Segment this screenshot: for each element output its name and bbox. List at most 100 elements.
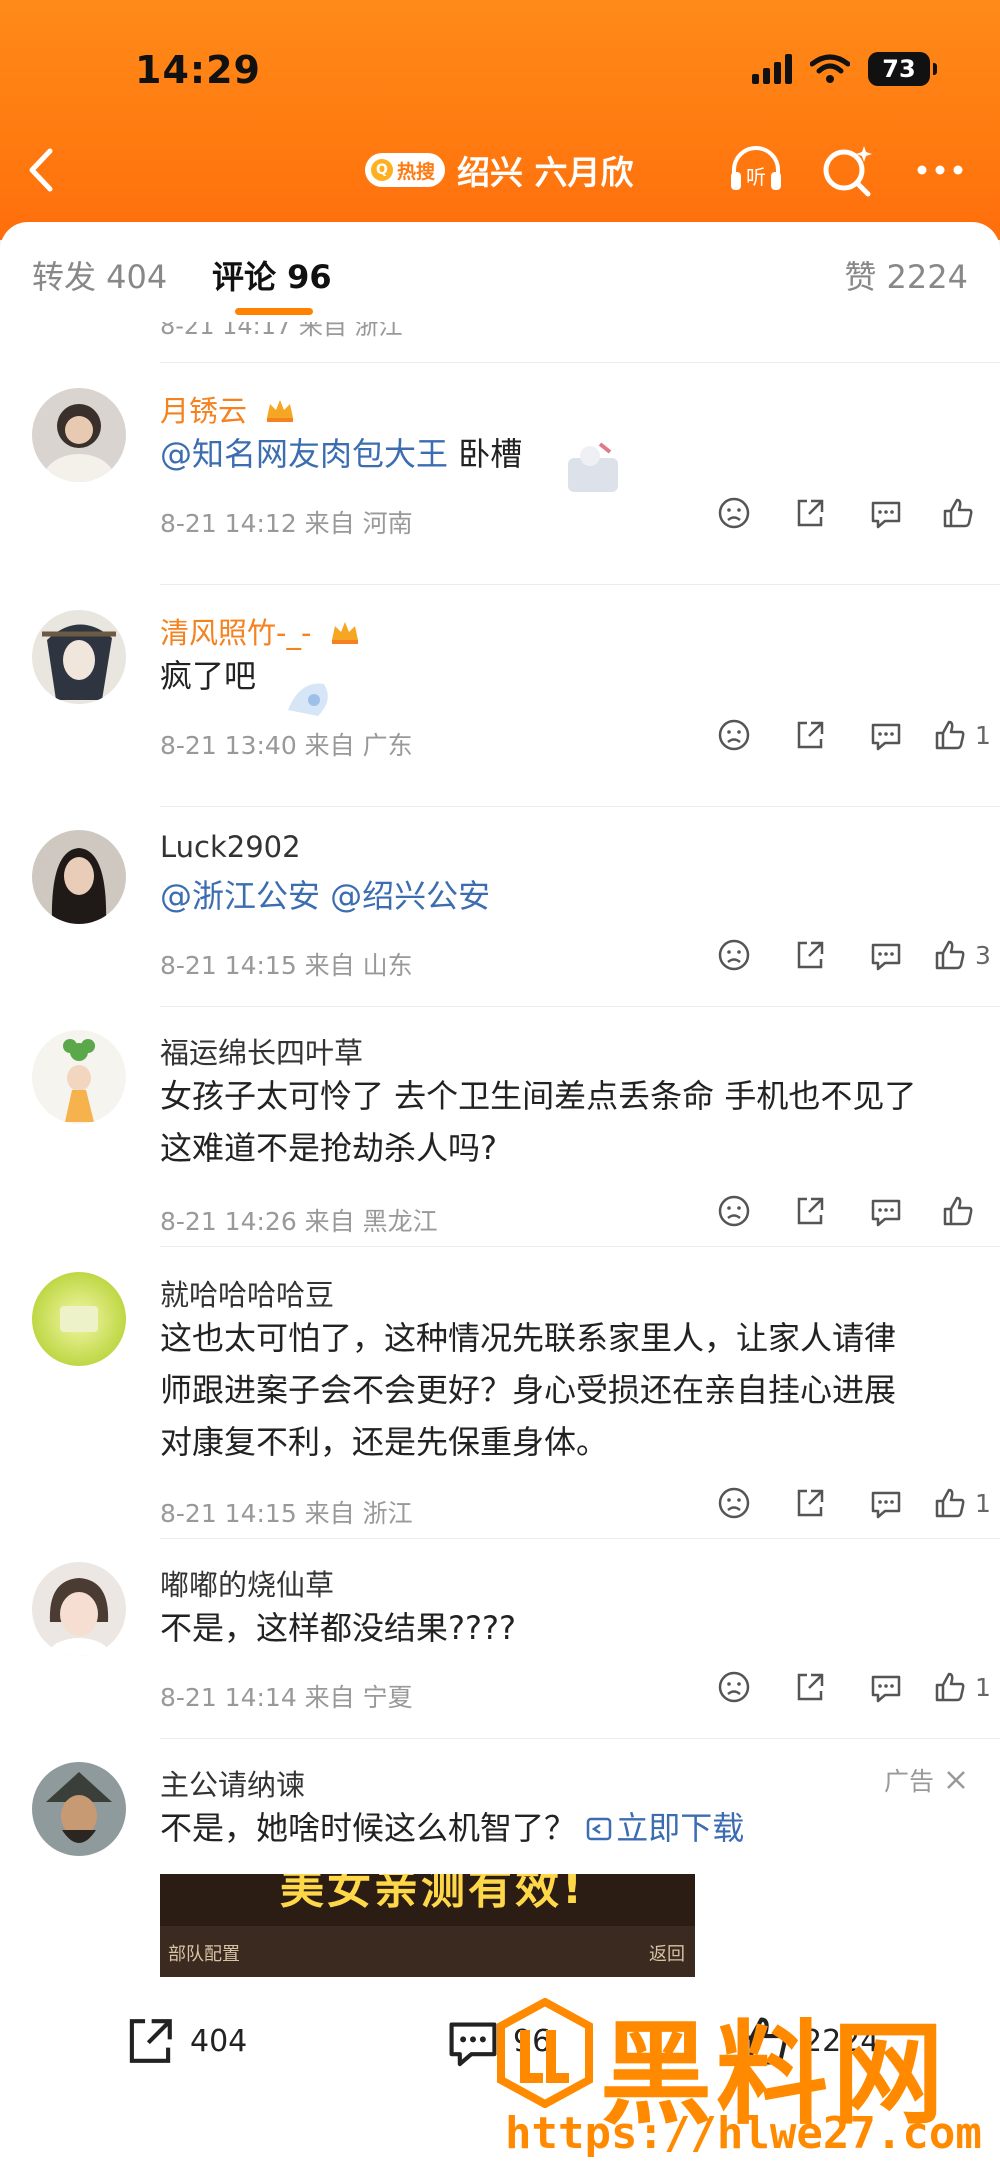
reply-button[interactable]	[848, 1194, 924, 1228]
signal-icon	[752, 54, 792, 84]
share-icon	[797, 1197, 824, 1225]
ai-search-icon[interactable]	[818, 140, 878, 200]
comment-meta: 8-21 14:17 来自 浙江	[160, 322, 403, 340]
dislike-button[interactable]	[696, 718, 772, 752]
comment-icon	[871, 1491, 901, 1519]
comment-actions: 1	[696, 1486, 1000, 1520]
close-icon[interactable]	[944, 1768, 968, 1792]
active-tab-indicator	[235, 308, 313, 315]
topic-title[interactable]: Q 热搜 绍兴 六月欣	[365, 146, 634, 194]
like-count: 1	[975, 720, 991, 750]
like-button[interactable]	[924, 496, 1000, 530]
comment-text-body: 卧槽	[448, 435, 523, 473]
comment-actions: 1	[696, 1670, 1000, 1704]
commenter-name[interactable]: 月锈云	[160, 388, 296, 430]
commenter-name[interactable]: Luck2902	[160, 830, 301, 864]
avatar[interactable]	[32, 388, 126, 482]
commenter-name[interactable]: 就哈哈哈哈豆	[160, 1272, 334, 1314]
dislike-button[interactable]	[696, 496, 772, 530]
dislike-icon	[718, 1671, 750, 1703]
reply-button[interactable]	[848, 1670, 924, 1704]
site-watermark: 黑料网 https://hlwe27.com	[495, 1990, 982, 2160]
comment-icon	[871, 943, 901, 971]
ad-bar-left-text: 部队配置	[168, 1944, 240, 1965]
thumbs-up-icon	[935, 1672, 965, 1702]
status-icons: 73	[752, 52, 937, 86]
ad-image[interactable]: 美女亲测有效! 部队配置 返回	[160, 1874, 695, 1977]
avatar[interactable]	[32, 1762, 126, 1856]
avatar[interactable]	[32, 1272, 126, 1366]
like-button[interactable]: 1	[924, 1670, 1000, 1704]
avatar[interactable]	[32, 1030, 126, 1124]
share-icon	[797, 1673, 824, 1701]
sticker-icon	[568, 442, 618, 492]
share-button[interactable]	[772, 1670, 848, 1704]
mention-link[interactable]: @浙江公安 @绍兴公安	[160, 877, 490, 915]
share-button[interactable]	[772, 718, 848, 752]
comment-line: 对康复不利，还是先保重身体。	[160, 1423, 609, 1461]
reply-button[interactable]	[848, 718, 924, 752]
comment-text: 这也太可怕了，这种情况先联系家里人，让家人请律 师跟进案子会不会更好？身心受损还…	[160, 1312, 960, 1468]
divider	[160, 584, 1000, 585]
share-button[interactable]	[772, 938, 848, 972]
ad-comment-item: 主公请纳谏 广告 不是，她啥时候这么机智了？ 立即下载 美女亲测有效! 部队配置…	[0, 1762, 1000, 1977]
share-icon	[129, 2019, 172, 2063]
thumbs-up-icon	[935, 1488, 965, 1518]
topic-title-text: 绍兴 六月欣	[457, 153, 634, 192]
tab-likes[interactable]: 赞 2224	[844, 252, 968, 298]
reply-button[interactable]	[848, 938, 924, 972]
commenter-name[interactable]: 福运绵长四叶草	[160, 1030, 363, 1072]
comment-actions: 1	[696, 718, 1000, 752]
download-link[interactable]: 立即下载	[586, 1809, 744, 1847]
comment-icon	[449, 2022, 497, 2067]
comment-actions	[696, 496, 1000, 530]
dislike-button[interactable]	[696, 1670, 772, 1704]
like-button[interactable]: 3	[924, 938, 1000, 972]
dislike-button[interactable]	[696, 1486, 772, 1520]
comment-line: 这难道不是抢劫杀人吗?	[160, 1129, 497, 1167]
comment-list[interactable]: 8-21 14:17 来自 浙江 月锈云 @知名网友肉包大王 卧槽 8-21 1…	[0, 322, 1000, 1977]
nav-actions: 听	[726, 140, 970, 200]
like-button[interactable]: 1	[924, 718, 1000, 752]
avatar[interactable]	[32, 610, 126, 704]
dislike-icon	[718, 1195, 750, 1227]
share-icon	[797, 1489, 824, 1517]
reply-button[interactable]	[848, 1486, 924, 1520]
listen-icon[interactable]: 听	[726, 140, 786, 200]
dislike-button[interactable]	[696, 1194, 772, 1228]
divider	[160, 362, 1000, 363]
avatar[interactable]	[32, 1562, 126, 1656]
ad-label[interactable]: 广告	[884, 1762, 968, 1798]
commenter-name[interactable]: 主公请纳谏	[160, 1762, 305, 1804]
comment-actions: 3	[696, 938, 1000, 972]
dislike-button[interactable]	[696, 938, 772, 972]
comment-item: 月锈云 @知名网友肉包大王 卧槽 8-21 14:12 来自 河南	[0, 388, 1000, 578]
back-icon[interactable]	[22, 145, 62, 195]
like-count: 1	[975, 1488, 991, 1518]
share-icon	[797, 499, 824, 527]
bottom-repost-button[interactable]: 404	[122, 2013, 247, 2069]
comment-text-body: 不是，她啥时候这么机智了？	[160, 1809, 577, 1847]
hot-badge-label: 热搜	[397, 160, 436, 183]
comment-meta: 8-21 14:14 来自 宁夏	[160, 1683, 413, 1712]
divider	[160, 1738, 1000, 1739]
avatar[interactable]	[32, 830, 126, 924]
watermark-logo-icon	[497, 1998, 593, 2108]
dislike-icon	[718, 939, 750, 971]
reply-button[interactable]	[848, 496, 924, 530]
share-button[interactable]	[772, 1486, 848, 1520]
commenter-name[interactable]: 清风照竹-_-	[160, 610, 361, 652]
share-button[interactable]	[772, 496, 848, 530]
mention-link[interactable]: @知名网友肉包大王	[160, 435, 448, 473]
sticker-icon	[288, 683, 328, 716]
more-icon[interactable]	[910, 140, 970, 200]
like-button[interactable]	[924, 1194, 1000, 1228]
commenter-name[interactable]: 嘟嘟的烧仙草	[160, 1562, 334, 1604]
comment-icon	[871, 501, 901, 529]
share-button[interactable]	[772, 1194, 848, 1228]
battery-icon: 73	[868, 52, 937, 86]
thumbs-up-icon	[943, 498, 973, 528]
tab-repost[interactable]: 转发 404	[32, 252, 167, 298]
tab-comments[interactable]: 评论 96	[212, 252, 332, 298]
like-button[interactable]: 1	[924, 1486, 1000, 1520]
